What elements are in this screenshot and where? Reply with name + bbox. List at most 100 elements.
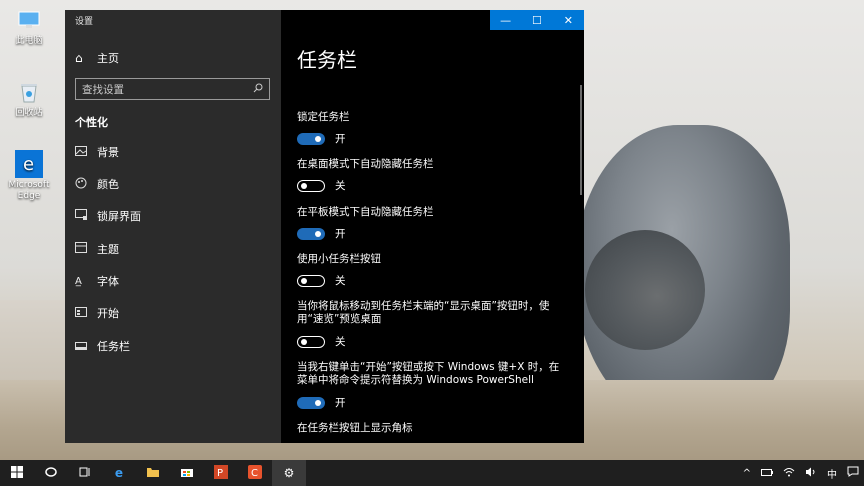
option-label: 当你将鼠标移动到任务栏末端的“显示桌面”按钮时，使用“速览”预览桌面: [297, 300, 550, 325]
system-tray: ^ 中: [738, 460, 864, 486]
option-label: 当我右键单击“开始”按钮或按下 Windows 键+X 时，在菜单中将命令提示符…: [297, 361, 560, 386]
toggle-autohide-desktop[interactable]: 关: [297, 178, 346, 193]
sidebar-item-fonts[interactable]: A̲ 字体: [75, 272, 275, 290]
svg-text:P: P: [217, 468, 223, 479]
option-label: 在任务栏按钮上显示角标: [297, 422, 413, 434]
toggle-peek[interactable]: 关: [297, 334, 346, 349]
maximize-button[interactable]: ☐: [521, 10, 552, 30]
sidebar-item-label: 字体: [97, 275, 119, 288]
wifi-icon[interactable]: [778, 467, 800, 480]
desktop-icon-label: 此电脑: [15, 36, 43, 46]
volume-icon[interactable]: [800, 467, 822, 480]
window-title: 设置: [75, 17, 94, 27]
edge-icon: e: [14, 150, 44, 178]
sidebar-item-label: 背景: [97, 146, 119, 159]
toggle-switch[interactable]: [297, 132, 325, 145]
taskbar-icon: [75, 340, 97, 353]
task-view-icon: [79, 466, 91, 481]
desktop-icon-edge[interactable]: e Microsoft Edge: [4, 150, 54, 202]
cortana-button[interactable]: [34, 460, 68, 486]
sidebar-item-label: 任务栏: [97, 340, 130, 353]
recorder-app-icon: C: [248, 464, 262, 482]
start-icon: [75, 306, 97, 320]
settings-sidebar: 设置 ⌂ 主页 查找设置 个性化 背景 颜色 锁屏界面 主题 A̲ 字体 开始 …: [65, 10, 281, 443]
sidebar-item-label: 锁屏界面: [97, 210, 141, 223]
taskbar-file-explorer[interactable]: [136, 460, 170, 486]
option-label: 在平板模式下自动隐藏任务栏: [297, 206, 434, 218]
edge-icon: e: [114, 466, 124, 480]
sidebar-item-label: 主页: [97, 52, 119, 65]
ime-indicator[interactable]: 中: [822, 466, 842, 481]
option-label: 锁定任务栏: [297, 111, 350, 123]
settings-window: 设置 ⌂ 主页 查找设置 个性化 背景 颜色 锁屏界面 主题 A̲ 字体 开始 …: [65, 10, 584, 443]
scrollbar[interactable]: [580, 85, 582, 195]
toggle-powershell[interactable]: 开: [297, 395, 346, 410]
folder-icon: [146, 466, 160, 481]
sidebar-item-label: 主题: [97, 243, 119, 256]
toggle-switch[interactable]: [297, 227, 325, 240]
taskbar-settings[interactable]: ⚙: [272, 460, 306, 486]
battery-icon[interactable]: [756, 468, 778, 479]
desktop-icon-label: 回收站: [15, 108, 43, 118]
cortana-icon: [45, 466, 57, 481]
search-icon: [253, 83, 263, 96]
home-icon: ⌂: [75, 51, 83, 65]
option-label: 使用小任务栏按钮: [297, 253, 381, 265]
desktop-icon-this-pc[interactable]: 此电脑: [4, 6, 54, 47]
desktop-icon-recycle-bin[interactable]: 回收站: [4, 78, 54, 119]
toggle-state: 开: [335, 397, 346, 409]
powerpoint-icon: P: [214, 464, 228, 482]
search-input[interactable]: 查找设置: [75, 78, 270, 100]
option-label: 在桌面模式下自动隐藏任务栏: [297, 158, 434, 170]
toggle-switch[interactable]: [297, 274, 325, 287]
recycle-bin-icon: [14, 78, 44, 106]
toggle-lock-taskbar[interactable]: 开: [297, 131, 346, 146]
tray-overflow-button[interactable]: ^: [738, 468, 756, 479]
search-placeholder: 查找设置: [82, 83, 124, 96]
sidebar-item-background[interactable]: 背景: [75, 143, 275, 161]
toggle-state: 关: [335, 336, 346, 348]
sidebar-item-label: 开始: [97, 307, 119, 320]
lockscreen-icon: [75, 209, 97, 223]
toggle-state: 关: [335, 180, 346, 192]
svg-text:C: C: [251, 468, 258, 479]
notification-center-icon[interactable]: [842, 466, 864, 480]
desktop-icon-label: Microsoft Edge: [8, 180, 50, 201]
task-view-button[interactable]: [68, 460, 102, 486]
close-button[interactable]: ✕: [553, 10, 584, 30]
gear-icon: ⚙: [283, 466, 295, 480]
computer-icon: [14, 6, 44, 34]
sidebar-item-start[interactable]: 开始: [75, 304, 275, 322]
palette-icon: [75, 177, 97, 192]
toggle-switch[interactable]: [297, 335, 325, 348]
store-icon: [180, 465, 194, 481]
start-button[interactable]: [0, 460, 34, 486]
taskbar-edge[interactable]: e: [102, 460, 136, 486]
sidebar-item-lockscreen[interactable]: 锁屏界面: [75, 207, 275, 225]
toggle-state: 开: [335, 228, 346, 240]
taskbar-powerpoint[interactable]: P: [204, 460, 238, 486]
sidebar-item-taskbar[interactable]: 任务栏: [75, 337, 275, 355]
taskbar-store[interactable]: [170, 460, 204, 486]
window-controls: — ☐ ✕: [490, 10, 584, 30]
sidebar-item-home[interactable]: ⌂ 主页: [75, 50, 119, 66]
wallpaper-seal-face: [585, 230, 705, 350]
image-icon: [75, 145, 97, 159]
sidebar-item-themes[interactable]: 主题: [75, 240, 275, 258]
sidebar-item-label: 颜色: [97, 178, 119, 191]
toggle-state: 开: [335, 133, 346, 145]
toggle-small-buttons[interactable]: 关: [297, 273, 346, 288]
settings-content: — ☐ ✕ 任务栏 锁定任务栏 开 在桌面模式下自动隐藏任务栏 关 在平板模式下…: [281, 10, 584, 443]
toggle-switch[interactable]: [297, 179, 325, 192]
toggle-switch[interactable]: [297, 396, 325, 409]
toggle-state: 关: [335, 275, 346, 287]
windows-logo-icon: [11, 465, 23, 481]
page-title: 任务栏: [297, 48, 357, 72]
font-icon: A̲: [75, 275, 82, 287]
theme-icon: [75, 242, 97, 256]
svg-text:e: e: [23, 154, 34, 175]
toggle-autohide-tablet[interactable]: 开: [297, 226, 346, 241]
sidebar-item-colors[interactable]: 颜色: [75, 175, 275, 193]
taskbar-app-red[interactable]: C: [238, 460, 272, 486]
minimize-button[interactable]: —: [490, 10, 521, 30]
